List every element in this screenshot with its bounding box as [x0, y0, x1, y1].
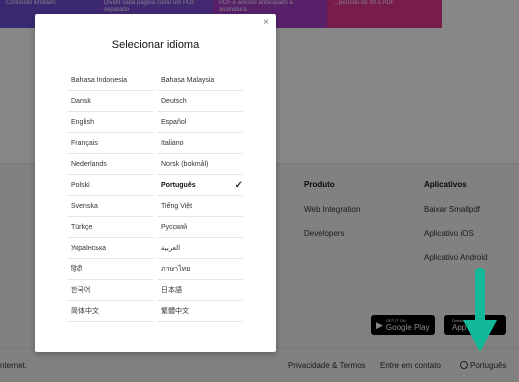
language-list-left: Bahasa Indonesia Dansk English Français … [67, 70, 153, 322]
language-option[interactable]: English [67, 112, 153, 133]
language-option[interactable]: 日本語 [157, 280, 243, 301]
language-option[interactable]: Bahasa Malaysia [157, 70, 243, 91]
language-option[interactable]: हिंदी [67, 259, 153, 280]
language-option[interactable]: Українська [67, 238, 153, 259]
language-option[interactable]: Tiếng Việt [157, 196, 243, 217]
language-option[interactable]: Nederlands [67, 154, 153, 175]
close-icon[interactable]: × [263, 17, 269, 28]
language-option[interactable]: Türkçe [67, 217, 153, 238]
modal-title: Selecionar idioma [111, 39, 200, 51]
language-option[interactable]: Русский [157, 217, 243, 238]
language-option[interactable]: Español [157, 112, 243, 133]
language-option[interactable]: Polski [67, 175, 153, 196]
language-option[interactable]: Svenska [67, 196, 153, 217]
language-option[interactable]: ภาษาไทย [157, 259, 243, 280]
language-option[interactable]: 한국어 [67, 280, 153, 301]
language-option[interactable]: العربية [157, 238, 243, 259]
language-option[interactable]: Italiano [157, 133, 243, 154]
selected-language-label: Português [161, 182, 196, 189]
language-option[interactable]: Deutsch [157, 91, 243, 112]
language-modal: × Selecionar idioma Bahasa Indonesia Dan… [35, 14, 276, 352]
highlight-arrow-icon [463, 268, 497, 352]
language-option[interactable]: Norsk (bokmål) [157, 154, 243, 175]
language-option-selected[interactable]: Português ✓ [157, 175, 243, 196]
language-option[interactable]: Dansk [67, 91, 153, 112]
language-option[interactable]: Bahasa Indonesia [67, 70, 153, 91]
check-icon: ✓ [234, 180, 243, 191]
language-list-right: Bahasa Malaysia Deutsch Español Italiano… [157, 70, 243, 322]
language-option[interactable]: 繁體中文 [157, 301, 243, 322]
language-option[interactable]: Français [67, 133, 153, 154]
language-option[interactable]: 简体中文 [67, 301, 153, 322]
